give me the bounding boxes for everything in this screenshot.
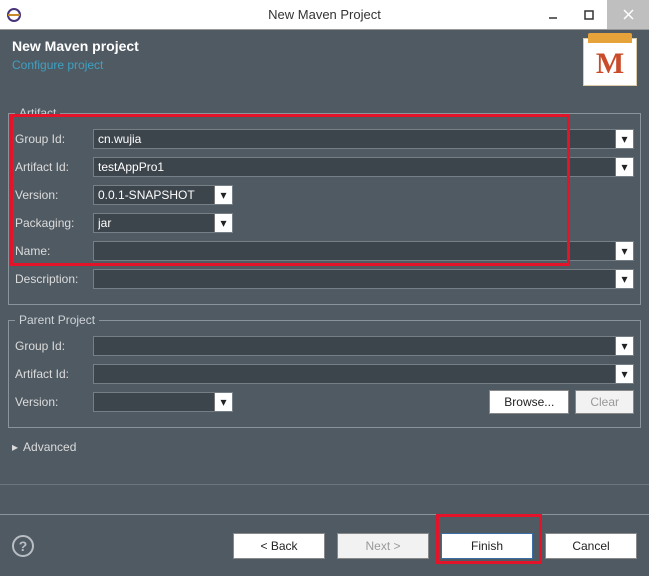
chevron-down-icon[interactable]: ▾ [615,337,633,355]
titlebar: New Maven Project [0,0,649,30]
parent-artifactid-label: Artifact Id: [15,367,93,381]
groupid-label: Group Id: [15,132,93,146]
wizard-footer: ? < Back Next > Finish Cancel [0,514,649,576]
version-label: Version: [15,188,93,202]
finish-button[interactable]: Finish [441,533,533,559]
packaging-field[interactable]: jar ▾ [93,213,233,233]
wizard-header: New Maven project Configure project M [0,30,649,98]
parent-version-label: Version: [15,395,93,409]
chevron-down-icon[interactable]: ▾ [615,365,633,383]
maven-folder-icon: M [583,38,637,86]
parent-groupid-field[interactable]: ▾ [93,336,634,356]
artifact-group: Artifact Group Id: cn.wujia ▾ Artifact I… [8,106,641,305]
parent-artifactid-field[interactable]: ▾ [93,364,634,384]
artifactid-field[interactable]: testAppPro1 ▾ [93,157,634,177]
chevron-down-icon[interactable]: ▾ [615,270,633,288]
chevron-down-icon[interactable]: ▾ [615,242,633,260]
minimize-button[interactable] [535,0,571,29]
advanced-label: Advanced [23,440,76,454]
groupid-field[interactable]: cn.wujia ▾ [93,129,634,149]
parent-project-group: Parent Project Group Id: ▾ Artifact Id: … [8,313,641,428]
wizard-body: Artifact Group Id: cn.wujia ▾ Artifact I… [0,98,649,484]
separator [0,484,649,514]
clear-button[interactable]: Clear [575,390,634,414]
help-icon[interactable]: ? [12,535,34,557]
maximize-button[interactable] [571,0,607,29]
parent-legend: Parent Project [15,313,99,327]
cancel-button[interactable]: Cancel [545,533,637,559]
name-label: Name: [15,244,93,258]
packaging-label: Packaging: [15,216,93,230]
artifact-legend: Artifact [15,106,60,120]
triangle-right-icon: ▸ [12,440,18,454]
back-button[interactable]: < Back [233,533,325,559]
parent-version-field[interactable]: ▾ [93,392,233,412]
description-field[interactable]: ▾ [93,269,634,289]
close-button[interactable] [607,0,649,29]
description-label: Description: [15,272,93,286]
window-title: New Maven Project [268,7,381,22]
eclipse-icon [6,7,22,23]
page-title: New Maven project [12,38,583,54]
advanced-expander[interactable]: ▸ Advanced [6,436,643,458]
page-subtitle: Configure project [12,58,583,72]
artifactid-label: Artifact Id: [15,160,93,174]
chevron-down-icon[interactable]: ▾ [615,130,633,148]
parent-groupid-label: Group Id: [15,339,93,353]
chevron-down-icon[interactable]: ▾ [615,158,633,176]
name-field[interactable]: ▾ [93,241,634,261]
chevron-down-icon[interactable]: ▾ [214,214,232,232]
chevron-down-icon[interactable]: ▾ [214,186,232,204]
browse-button[interactable]: Browse... [489,390,569,414]
version-field[interactable]: 0.0.1-SNAPSHOT ▾ [93,185,233,205]
chevron-down-icon[interactable]: ▾ [214,393,232,411]
next-button[interactable]: Next > [337,533,429,559]
